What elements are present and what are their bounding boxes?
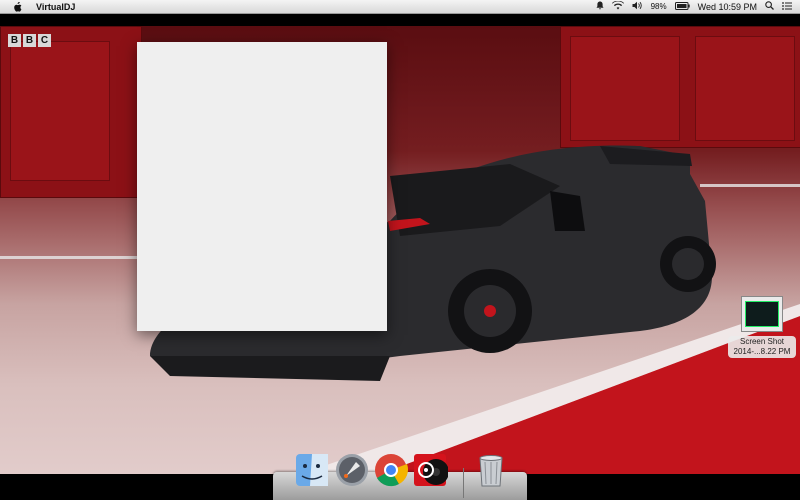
music-app-icon[interactable] <box>412 452 449 488</box>
dock-separator <box>463 468 464 498</box>
notification-center-icon[interactable] <box>782 1 792 12</box>
wifi-icon[interactable] <box>611 0 624 12</box>
file-label[interactable]: Screen Shot 2014-...8.22 PM <box>728 336 796 358</box>
launchpad-icon[interactable] <box>334 452 370 488</box>
menubar-clock[interactable]: Wed 10:59 PM <box>698 2 757 12</box>
battery-icon[interactable] <box>674 1 690 12</box>
desktop-screenshot-file[interactable]: Screen Shot 2014-...8.22 PM <box>728 296 796 358</box>
notification-bell-icon[interactable] <box>596 1 604 12</box>
track-red-zone <box>150 145 800 474</box>
desktop[interactable]: B B C Screen Shot 2014-...8.22 PM <box>0 26 800 474</box>
spotlight-search-icon[interactable] <box>765 1 774 12</box>
battery-percentage[interactable]: 98% <box>651 2 667 11</box>
chrome-icon[interactable] <box>373 452 409 488</box>
apple-menu-icon[interactable] <box>12 1 22 12</box>
menu-bar: VirtualDJ 98% Wed 10:59 PM <box>0 0 800 14</box>
bbc-logo: B B C <box>8 34 51 47</box>
trash-icon[interactable] <box>473 452 509 488</box>
wallpaper <box>0 26 800 474</box>
volume-icon[interactable] <box>632 1 643 12</box>
screenshot-thumbnail-icon[interactable] <box>741 296 783 332</box>
blank-app-window[interactable] <box>137 42 387 331</box>
active-app-name[interactable]: VirtualDJ <box>36 2 75 12</box>
finder-icon[interactable] <box>294 452 330 488</box>
